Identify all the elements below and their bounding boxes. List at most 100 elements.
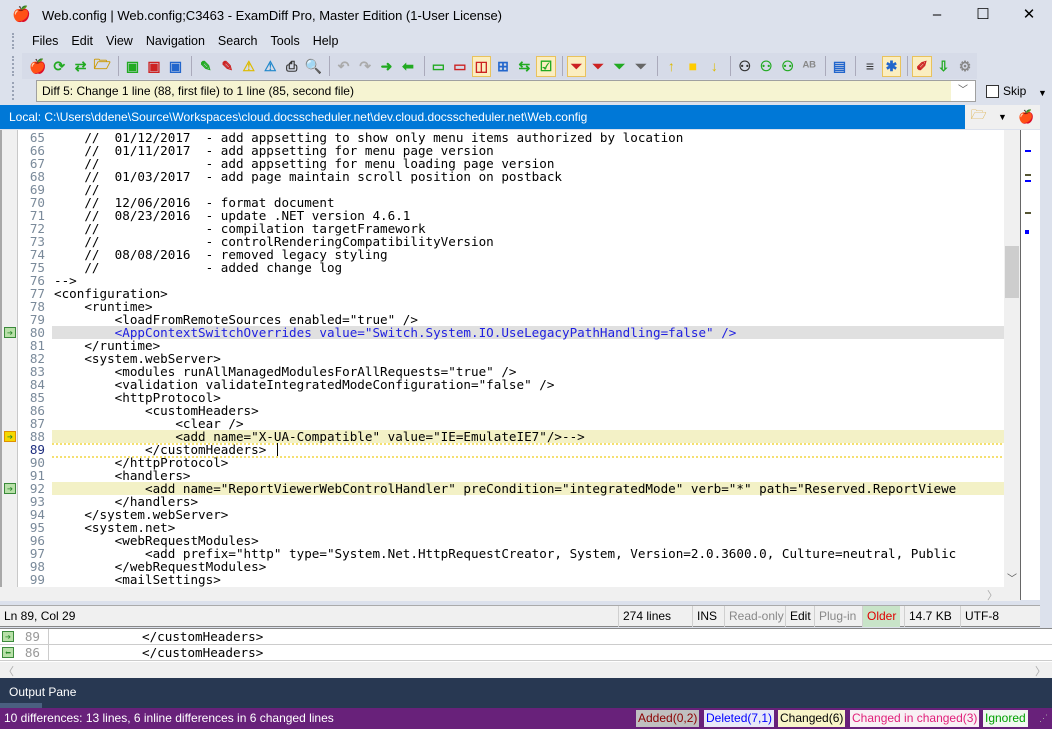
skip-label: Skip xyxy=(1003,84,1027,98)
save-second-icon[interactable]: ▣ xyxy=(144,56,163,77)
show-second-icon[interactable]: ▭ xyxy=(450,56,469,77)
menu-files[interactable]: Files xyxy=(32,34,66,48)
toolbar-overflow-icon[interactable]: ▼ xyxy=(1038,88,1047,98)
horizontal-scrollbar[interactable]: 〉 xyxy=(0,587,1020,603)
line-number: 99 xyxy=(29,572,45,587)
skip-checkbox[interactable]: Skip xyxy=(986,84,1026,98)
warn-save-icon[interactable]: ⚠ xyxy=(239,56,258,77)
code-editor[interactable]: 65 // 01/12/2017 - add appsetting to sho… xyxy=(0,130,1004,587)
toolbar-separator xyxy=(423,56,425,76)
maximize-button[interactable]: ☐ xyxy=(960,0,1006,30)
compare-horizontal-scrollbar[interactable]: 〈 〉 xyxy=(0,662,1052,678)
code-line[interactable]: 68 // 01/03/2017 - add page maintain scr… xyxy=(2,170,1004,183)
toolbar-separator xyxy=(191,56,193,76)
menu-navigation[interactable]: Navigation xyxy=(146,34,213,48)
find-next-icon[interactable]: ⚇ xyxy=(756,56,775,77)
save-first-icon[interactable]: ▣ xyxy=(123,56,142,77)
file-path-bar: Local: C:\Users\ddene\Source\Workspaces\… xyxy=(0,105,965,129)
filter-search-icon[interactable]: ⏷ xyxy=(631,56,650,77)
chevron-down-icon[interactable]: ﹀ xyxy=(951,81,975,101)
line-number: 89 xyxy=(24,629,40,644)
scroll-left-icon[interactable]: 〈 xyxy=(3,663,14,679)
ab-compare-icon[interactable]: ᴬᴮ xyxy=(799,56,818,77)
plugin-icon[interactable]: ✱ xyxy=(881,55,902,77)
plugin-status: Plug-in xyxy=(814,606,860,627)
filter-changed-icon[interactable]: ⏷ xyxy=(566,55,587,77)
copy-right-icon[interactable]: ➜ xyxy=(377,56,396,77)
warn-save-web-icon[interactable]: ⚠ xyxy=(261,56,280,77)
copy-left-icon[interactable]: ⬅ xyxy=(398,56,417,77)
prev-diff-icon[interactable]: ↑ xyxy=(662,56,681,77)
checkbox-icon[interactable] xyxy=(986,84,999,98)
toolbar-grip[interactable] xyxy=(12,82,15,100)
word-wrap-icon[interactable]: ≡ xyxy=(860,56,879,77)
scroll-right-icon[interactable]: 〉 xyxy=(1035,663,1046,679)
toolbar-separator xyxy=(824,56,826,76)
highlight-icon[interactable]: ✐ xyxy=(912,55,932,77)
redo-icon[interactable]: ↷ xyxy=(355,56,374,77)
compare-row-first[interactable]: ➔ 89 </customHeaders> xyxy=(0,629,1052,645)
undo-icon[interactable]: ↶ xyxy=(334,56,353,77)
window-title: Web.config | Web.config;C3463 - ExamDiff… xyxy=(42,7,503,23)
added-filter[interactable]: Added(0,2) xyxy=(636,710,700,727)
print-icon[interactable]: ⎙ xyxy=(282,56,301,77)
scroll-down-icon[interactable]: ﹀ xyxy=(1007,570,1017,585)
filter-added-icon[interactable]: ⏷ xyxy=(610,56,629,77)
menu-help[interactable]: Help xyxy=(313,34,347,48)
resize-grip-icon[interactable]: ⋰ xyxy=(1039,708,1048,729)
menu-tools[interactable]: Tools xyxy=(271,34,308,48)
deleted-filter[interactable]: Deleted(7,1) xyxy=(704,710,775,727)
show-both-icon[interactable]: ◫ xyxy=(471,55,492,77)
line-text: // - added change log xyxy=(54,260,343,275)
edit-second-icon[interactable]: ✎ xyxy=(218,56,237,77)
diff-overview-map[interactable] xyxy=(1020,130,1040,600)
export-icon[interactable]: ⇩ xyxy=(934,56,953,77)
scrollbar-thumb[interactable] xyxy=(1005,246,1019,298)
app-logo-icon[interactable]: 🍎 xyxy=(1018,109,1034,125)
check-view-icon[interactable]: ☑ xyxy=(536,55,556,77)
arrow-right-icon[interactable]: ➔ xyxy=(4,327,16,339)
next-diff-icon[interactable]: ↓ xyxy=(705,56,724,77)
ignored-filter[interactable]: Ignored xyxy=(983,710,1028,727)
open-folder-icon[interactable]: 🗁 xyxy=(971,106,987,128)
save-all-icon[interactable]: ▣ xyxy=(166,56,185,77)
toolbar-grip[interactable] xyxy=(12,56,15,76)
menu-search[interactable]: Search xyxy=(218,34,266,48)
toolbar: 🍎 ⟳ ⇄ 🗁 ▣ ▣ ▣ ✎ ✎ ⚠ ⚠ ⎙ 🔍 ↶ ↷ ➜ ⬅ ▭ ▭ ◫ ⊞ ⇆ ☑ ⏷ ⏷ ⏷ ⏷ ↑ ■ ↓ ⚇ ⚇ ⚇ ᴬᴮ ▤ ≡ ✱ ✐ ⇩… xyxy=(22,53,977,79)
compare-row-second[interactable]: ⬅ 86 </customHeaders> xyxy=(0,645,1052,661)
current-diff-icon[interactable]: ■ xyxy=(683,56,702,77)
chevron-down-icon[interactable]: ▼ xyxy=(998,112,1007,122)
line-compare-pane: ➔ 89 </customHeaders> ⬅ 86 </customHeade… xyxy=(0,628,1052,662)
edit-first-icon[interactable]: ✎ xyxy=(196,56,215,77)
changed-filter[interactable]: Changed(6) xyxy=(778,710,846,727)
refresh-icon[interactable]: ⟳ xyxy=(49,56,68,77)
close-button[interactable]: ✕ xyxy=(1006,0,1052,30)
open-compare-icon[interactable]: 🍎 xyxy=(28,56,47,77)
filter-deleted-icon[interactable]: ⏷ xyxy=(588,56,607,77)
code-line[interactable]: 99 <mailSettings> xyxy=(2,573,1004,586)
layout-icon[interactable]: ▤ xyxy=(830,56,849,77)
scroll-right-icon[interactable]: 〉 xyxy=(987,587,998,603)
diff-description-dropdown[interactable]: Diff 5: Change 1 line (88, first file) t… xyxy=(36,80,976,102)
menu-edit[interactable]: Edit xyxy=(71,34,101,48)
open-folder-icon[interactable]: 🗁 xyxy=(92,56,111,77)
vertical-scrollbar[interactable]: ﹀ xyxy=(1004,130,1020,587)
compare-sync-icon[interactable]: ⇆ xyxy=(515,56,534,77)
show-grid-icon[interactable]: ⊞ xyxy=(493,56,512,77)
cursor-position: Ln 89, Col 29 xyxy=(4,609,76,623)
code-line[interactable]: 75 // - added change log xyxy=(2,261,1004,274)
find-icon[interactable]: ⚇ xyxy=(735,56,754,77)
print-preview-icon[interactable]: 🔍 xyxy=(303,56,322,77)
output-pane: Output Pane xyxy=(0,678,1052,708)
menu-view[interactable]: View xyxy=(106,34,141,48)
arrow-right-icon[interactable]: ➔ xyxy=(4,431,16,443)
show-first-icon[interactable]: ▭ xyxy=(429,56,448,77)
compare-line-text: </customHeaders> xyxy=(48,629,263,644)
changed-in-changed-filter[interactable]: Changed in changed(3) xyxy=(850,710,980,727)
settings-icon[interactable]: ⚙ xyxy=(955,56,974,77)
arrow-right-icon[interactable]: ➔ xyxy=(4,483,16,495)
minimize-button[interactable]: – xyxy=(914,0,960,30)
toolbar-grip[interactable] xyxy=(12,33,15,49)
find-prev-icon[interactable]: ⚇ xyxy=(778,56,797,77)
swap-icon[interactable]: ⇄ xyxy=(71,56,90,77)
